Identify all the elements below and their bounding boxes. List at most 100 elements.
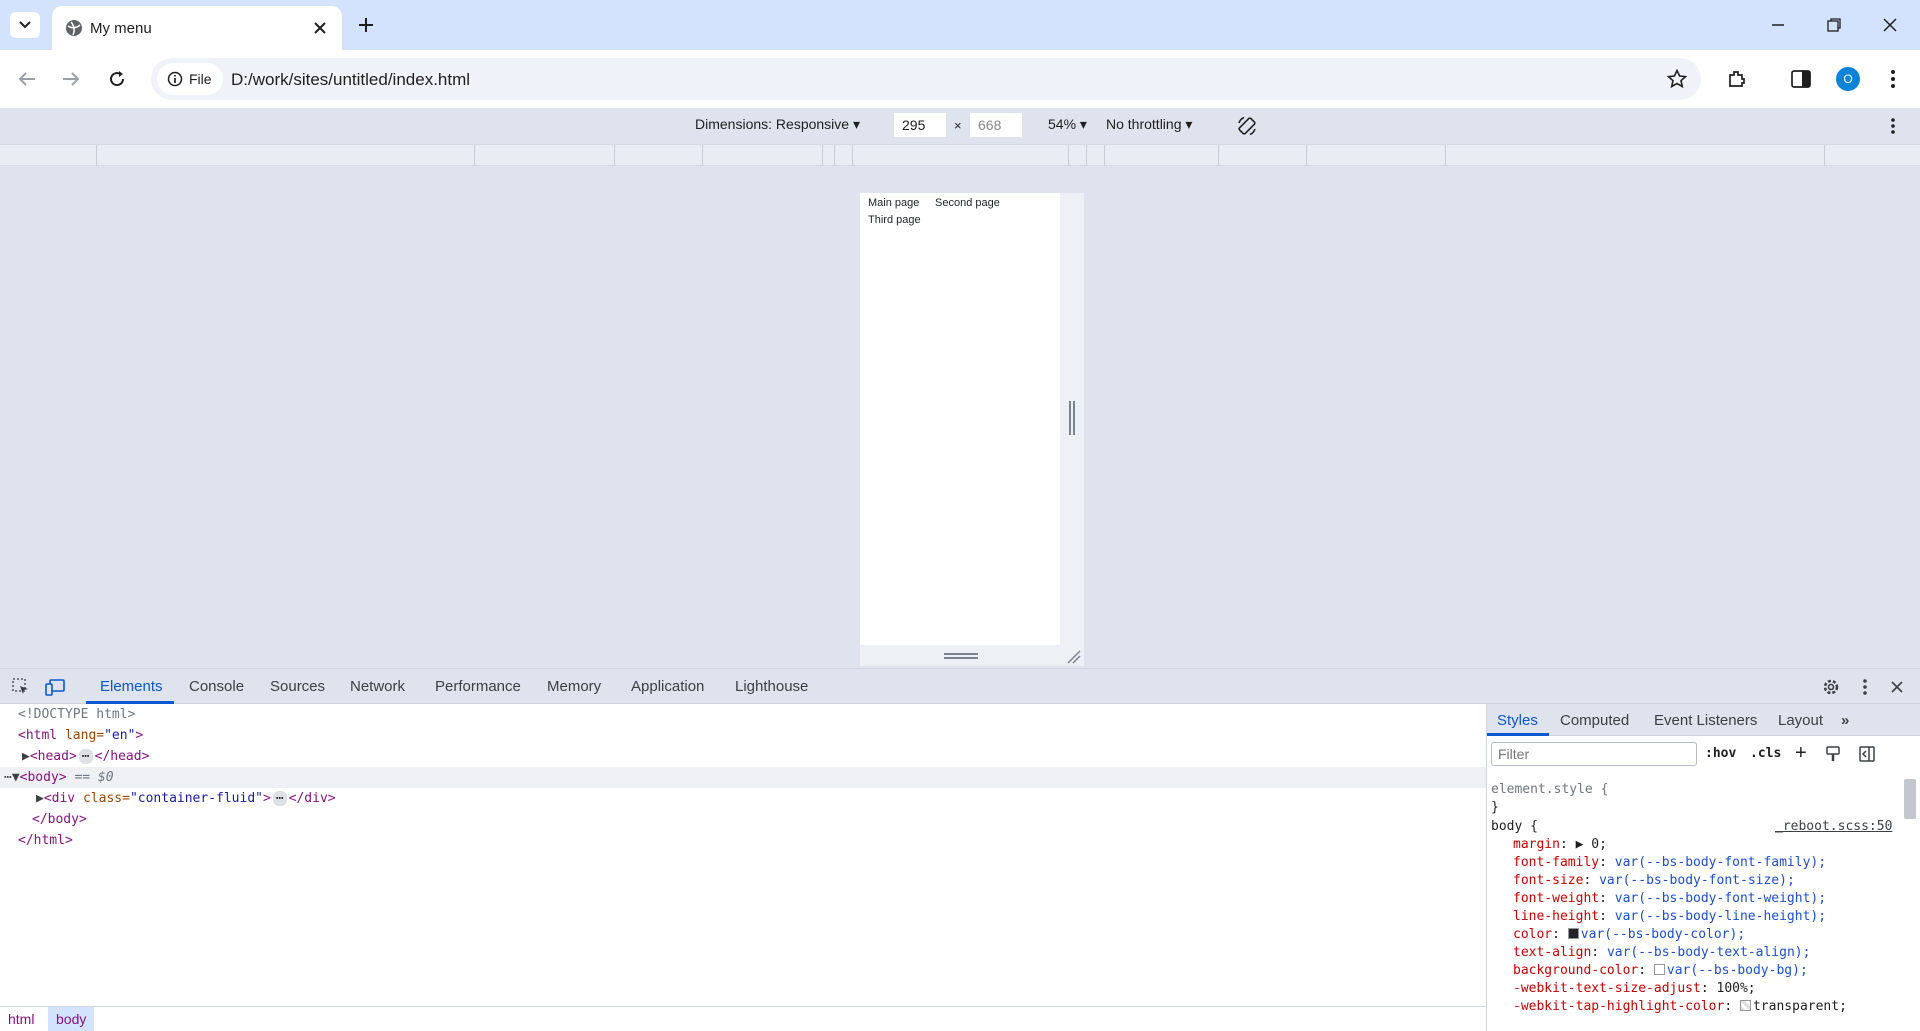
- dom-line-div[interactable]: ▶<div class="container-fluid"> ⋯ </div>: [0, 788, 1486, 809]
- dom-line-body-close[interactable]: </body>: [0, 809, 1486, 830]
- tab-memory[interactable]: Memory: [547, 678, 601, 695]
- tab-styles[interactable]: Styles: [1497, 712, 1538, 729]
- minimize-button[interactable]: [1758, 10, 1798, 40]
- tab-network[interactable]: Network: [350, 678, 405, 695]
- dom-line-html-close[interactable]: </html>: [0, 830, 1486, 851]
- collapsed-ellipsis[interactable]: ⋯: [78, 749, 93, 764]
- tab-sources[interactable]: Sources: [270, 678, 325, 695]
- throttling-dropdown[interactable]: No throttling ▾: [1106, 116, 1192, 133]
- more-tabs-chevron-icon[interactable]: »: [1841, 712, 1849, 729]
- expand-triangle-icon[interactable]: ▶: [22, 749, 30, 764]
- ruler-tick: [1086, 145, 1087, 167]
- prop-name: font-size: [1513, 873, 1584, 888]
- restore-button[interactable]: [1814, 10, 1854, 40]
- tab-search-button[interactable]: [10, 12, 40, 38]
- breadcrumb-body[interactable]: body: [48, 1007, 95, 1031]
- new-rule-icon[interactable]: +: [1795, 742, 1807, 765]
- styles-scrollbar[interactable]: [1904, 779, 1916, 819]
- declaration[interactable]: background-color: var(--bs-body-bg);: [1513, 963, 1808, 978]
- toggle-sidebar-icon[interactable]: [1859, 746, 1875, 762]
- prop-value: var(--bs-body-color);: [1580, 927, 1746, 942]
- height-input[interactable]: [970, 113, 1022, 137]
- device-toolbar-more-button[interactable]: [1882, 115, 1904, 137]
- resize-handle-right[interactable]: [1060, 193, 1084, 666]
- color-swatch[interactable]: [1567, 928, 1579, 939]
- device-toolbar-toggle[interactable]: [44, 676, 66, 698]
- resize-handle-corner[interactable]: [1060, 645, 1084, 666]
- hover-state-toggle[interactable]: :hov: [1705, 746, 1736, 761]
- close-icon: [1891, 681, 1903, 693]
- declaration[interactable]: -webkit-tap-highlight-color: transparent…: [1513, 999, 1847, 1014]
- tab-event-listeners[interactable]: Event Listeners: [1654, 712, 1757, 729]
- element-style-selector[interactable]: element.style {: [1491, 782, 1608, 797]
- prop-name: font-family: [1513, 855, 1600, 870]
- media-query-ruler[interactable]: [0, 144, 1920, 167]
- device-toolbar: Dimensions: Responsive ▾ × 54% ▾ No thro…: [0, 108, 1920, 144]
- tab-layout[interactable]: Layout: [1778, 712, 1823, 729]
- prop-value: var(--bs-body-font-size);: [1599, 873, 1795, 888]
- prop-value: var(--bs-body-font-weight);: [1614, 891, 1827, 906]
- bookmark-button[interactable]: [1665, 67, 1689, 91]
- width-input[interactable]: [894, 113, 946, 137]
- tab-close-button[interactable]: [308, 16, 332, 40]
- dom-line-html[interactable]: <html lang="en">: [0, 725, 1486, 746]
- rule-selector[interactable]: body {: [1491, 819, 1538, 834]
- nav-link-third[interactable]: Third page: [868, 214, 921, 226]
- site-info-chip[interactable]: File: [157, 63, 223, 95]
- attr-name: lang=: [57, 728, 105, 743]
- browser-menu-button[interactable]: [1878, 64, 1908, 94]
- rotate-button[interactable]: [1236, 115, 1258, 137]
- extensions-button[interactable]: [1722, 64, 1752, 94]
- resize-handle-bottom[interactable]: [860, 645, 1060, 666]
- class-toggle[interactable]: .cls: [1750, 746, 1781, 761]
- dom-line-head[interactable]: ▶<head> ⋯ </head>: [0, 746, 1486, 767]
- declaration[interactable]: margin: ▶ 0;: [1513, 837, 1607, 852]
- declaration[interactable]: -webkit-text-size-adjust: 100%;: [1513, 981, 1756, 996]
- devtools-more-button[interactable]: [1854, 676, 1876, 698]
- zoom-dropdown[interactable]: 54% ▾: [1048, 116, 1087, 133]
- dom-line-doctype[interactable]: <!DOCTYPE html>: [0, 704, 1486, 725]
- devtools-settings-button[interactable]: [1820, 676, 1842, 698]
- collapsed-ellipsis[interactable]: ⋯: [272, 791, 287, 806]
- nav-link-main[interactable]: Main page: [868, 197, 919, 209]
- restore-icon: [1827, 18, 1841, 32]
- rule-source-link[interactable]: _reboot.scss:50: [1775, 819, 1892, 834]
- more-dots-icon[interactable]: ⋯: [4, 770, 12, 785]
- tab-lighthouse[interactable]: Lighthouse: [735, 678, 808, 695]
- profile-avatar[interactable]: O: [1836, 67, 1860, 91]
- inspect-element-button[interactable]: [10, 676, 32, 698]
- url-text[interactable]: D:/work/sites/untitled/index.html: [231, 70, 470, 90]
- declaration[interactable]: line-height: var(--bs-body-line-height);: [1513, 909, 1826, 924]
- breadcrumb-html[interactable]: html: [8, 1011, 34, 1027]
- nav-link-second[interactable]: Second page: [935, 197, 1000, 209]
- puzzle-icon: [1729, 71, 1745, 87]
- new-tab-button[interactable]: [352, 11, 380, 39]
- dom-line-body[interactable]: ⋯▼<body> == $0: [0, 767, 1486, 788]
- declaration[interactable]: text-align: var(--bs-body-text-align);: [1513, 945, 1810, 960]
- reload-button[interactable]: [102, 64, 132, 94]
- tab-application[interactable]: Application: [631, 678, 704, 695]
- styles-filter-input[interactable]: [1491, 742, 1697, 766]
- paint-icon[interactable]: [1825, 746, 1841, 762]
- address-bar[interactable]: File D:/work/sites/untitled/index.html: [151, 58, 1701, 100]
- browser-tab[interactable]: My menu: [52, 6, 342, 50]
- color-swatch[interactable]: [1653, 964, 1665, 975]
- side-panel-button[interactable]: [1786, 64, 1816, 94]
- tab-performance[interactable]: Performance: [435, 678, 521, 695]
- tab-elements[interactable]: Elements: [100, 678, 163, 695]
- devtools-close-button[interactable]: [1886, 676, 1908, 698]
- close-window-button[interactable]: [1870, 10, 1910, 40]
- declaration[interactable]: font-weight: var(--bs-body-font-weight);: [1513, 891, 1826, 906]
- dimensions-dropdown[interactable]: Dimensions: Responsive ▾: [695, 116, 860, 133]
- color-swatch[interactable]: [1739, 1000, 1751, 1011]
- tab-console[interactable]: Console: [189, 678, 244, 695]
- devtools-tabbar: Elements Console Sources Network Perform…: [0, 669, 1920, 704]
- forward-button[interactable]: [56, 64, 86, 94]
- declaration[interactable]: font-family: var(--bs-body-font-family);: [1513, 855, 1826, 870]
- back-button[interactable]: [12, 64, 42, 94]
- declaration[interactable]: color: var(--bs-body-color);: [1513, 927, 1745, 942]
- tab-computed[interactable]: Computed: [1560, 712, 1629, 729]
- collapse-triangle-icon[interactable]: ▼: [12, 770, 20, 785]
- expand-triangle-icon[interactable]: ▶: [36, 791, 44, 806]
- declaration[interactable]: font-size: var(--bs-body-font-size);: [1513, 873, 1795, 888]
